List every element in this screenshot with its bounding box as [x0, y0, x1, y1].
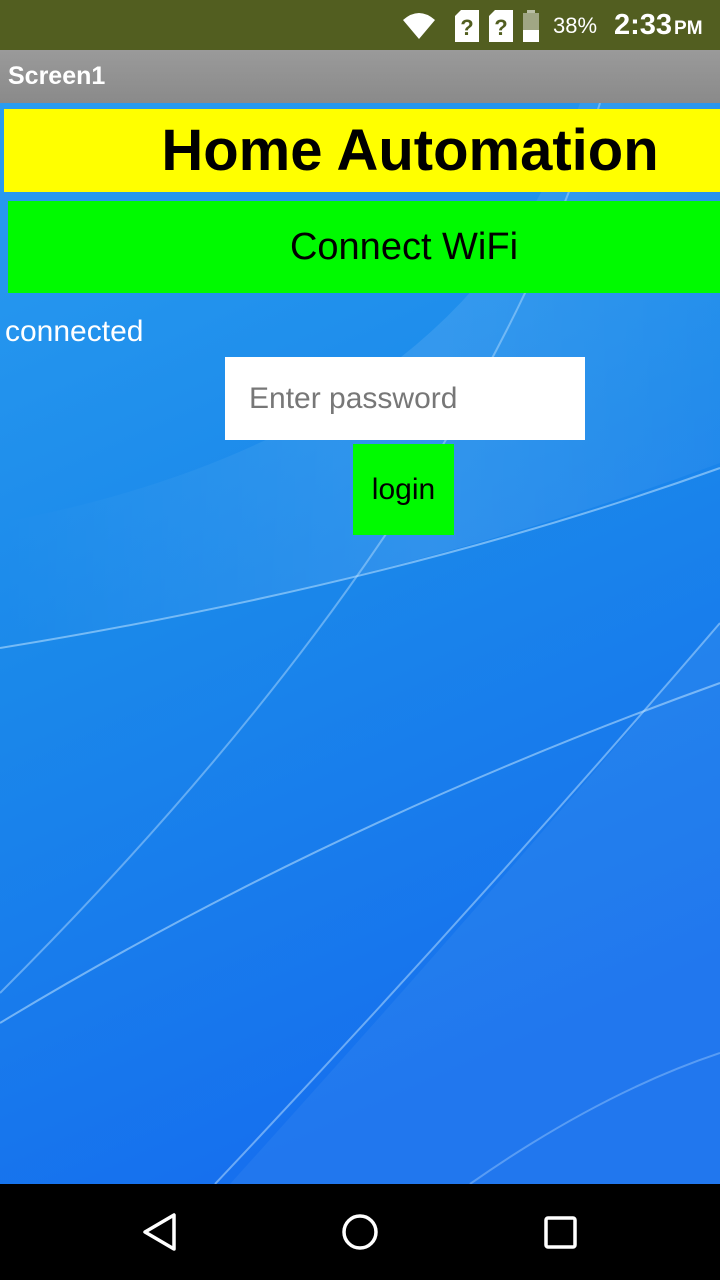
phone-screen: ? ? 38% 2:33 PM Screen1 Home Automation … — [0, 0, 720, 1280]
clock-time: 2:33 — [614, 9, 673, 41]
clock: 2:33 PM — [614, 9, 703, 42]
back-icon[interactable] — [140, 1212, 180, 1252]
login-button[interactable]: login — [353, 444, 454, 535]
connect-wifi-button[interactable]: Connect WiFi — [8, 201, 720, 293]
connection-status-label: connected — [5, 315, 144, 348]
sim-unknown-icon: ? — [455, 10, 479, 47]
wifi-icon — [402, 12, 436, 45]
navigation-bar — [0, 1184, 720, 1280]
status-bar: ? ? 38% 2:33 PM — [0, 0, 720, 50]
password-input[interactable] — [225, 357, 585, 440]
svg-text:?: ? — [460, 15, 473, 40]
battery-percent: 38% — [553, 13, 598, 38]
recent-apps-icon[interactable] — [540, 1212, 580, 1252]
screen-title: Screen1 — [8, 62, 106, 90]
clock-ampm: PM — [674, 18, 703, 39]
sim-unknown-icon: ? — [489, 10, 513, 47]
home-icon[interactable] — [340, 1212, 380, 1252]
header-banner: Home Automation — [4, 109, 720, 192]
header-title: Home Automation — [161, 118, 659, 183]
svg-text:?: ? — [494, 15, 507, 40]
main-content: Home Automation Connect WiFi connected l… — [0, 103, 720, 1184]
app-title-bar: Screen1 — [0, 50, 720, 103]
battery-icon — [522, 10, 540, 47]
